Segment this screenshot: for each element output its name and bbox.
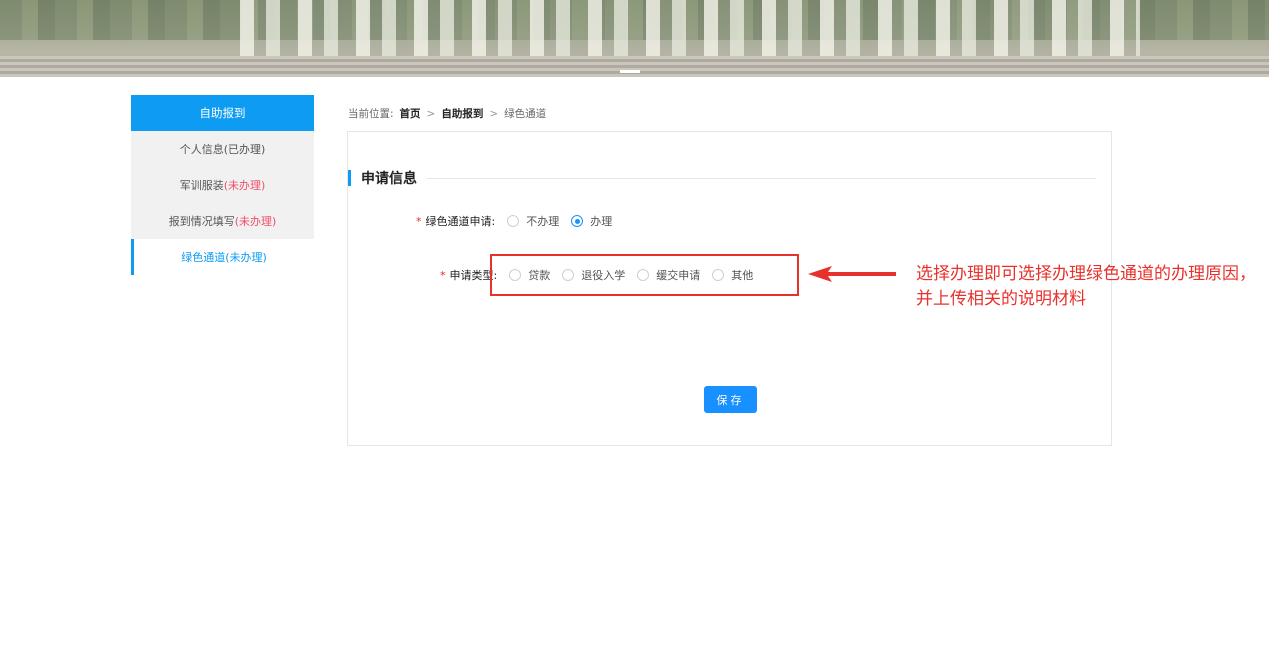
sidebar-item-uniform[interactable]: 军训服装 (未办理) — [131, 167, 314, 203]
radio-apply[interactable]: 办理 — [571, 213, 612, 229]
section-title-text: 申请信息 — [361, 171, 417, 187]
apply-label: * 绿色通道申请: — [416, 215, 496, 228]
sidebar-item-green-channel[interactable]: 绿色通道(未办理) — [131, 239, 314, 275]
save-button[interactable]: 保存 — [704, 386, 757, 413]
banner-slide-indicator[interactable] — [620, 70, 640, 73]
sidebar: 自助报到 个人信息(已办理) 军训服装 (未办理) 报到情况填写 (未办理) 绿色通… — [131, 95, 314, 275]
sidebar-item-report-info[interactable]: 报到情况填写 (未办理) — [131, 203, 314, 239]
breadcrumb-current: 绿色通道 — [504, 108, 547, 120]
sidebar-header[interactable]: 自助报到 — [131, 95, 314, 131]
annotation-text: 选择办理即可选择办理绿色通道的办理原因，并上传相关的说明材料 — [916, 264, 1256, 309]
banner-steps — [0, 56, 1269, 77]
sidebar-item-status: (未办理) — [223, 179, 266, 192]
section-title: 申请信息 — [348, 168, 1096, 188]
breadcrumb-home-link[interactable]: 首页 — [400, 106, 421, 121]
radio-label: 办理 — [590, 215, 613, 228]
breadcrumb-separator: > — [426, 107, 436, 120]
section-title-accent — [348, 170, 351, 186]
green-channel-apply-row: * 绿色通道申请: 不办理 办理 — [416, 213, 612, 229]
radio-label: 不办理 — [526, 215, 560, 228]
annotation-arrow-icon — [808, 266, 896, 282]
banner-people — [240, 0, 1140, 62]
sidebar-item-label: 报到情况填写 — [168, 215, 235, 228]
breadcrumb: 当前位置: 首页 > 自助报到 > 绿色通道 — [348, 106, 546, 121]
annotation-highlight-box — [490, 254, 799, 296]
radio-circle[interactable] — [507, 215, 520, 227]
breadcrumb-parent-link[interactable]: 自助报到 — [441, 106, 483, 121]
sidebar-item-status: (未办理) — [234, 215, 277, 228]
radio-circle-checked[interactable] — [571, 215, 584, 227]
sidebar-item-label: 军训服装 — [179, 179, 224, 192]
section-divider — [427, 177, 1096, 179]
type-label: * 申请类型: — [440, 269, 498, 282]
sidebar-item-label: 绿色通道(未办理) — [181, 251, 267, 264]
breadcrumb-prefix: 当前位置: — [348, 108, 394, 120]
radio-not-apply[interactable]: 不办理 — [507, 213, 559, 229]
sidebar-item-personal-info[interactable]: 个人信息(已办理) — [131, 131, 314, 167]
campus-banner-image — [0, 0, 1269, 77]
breadcrumb-separator: > — [489, 107, 499, 120]
sidebar-item-label: 个人信息(已办理) — [179, 143, 266, 156]
